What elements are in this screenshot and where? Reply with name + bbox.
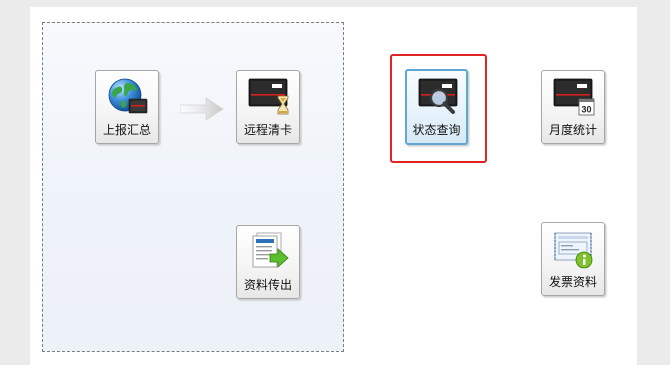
data-transfer-out-label: 资料传出	[243, 278, 292, 292]
remote-clear-card-button[interactable]: 远程清卡	[236, 70, 300, 144]
monitor-magnifier-icon	[418, 77, 460, 117]
monthly-statistics-label: 月度统计	[548, 123, 597, 137]
status-query-label: 状态查询	[412, 123, 461, 137]
monitor-hourglass-icon	[248, 77, 290, 117]
remote-clear-card-label: 远程清卡	[243, 123, 292, 137]
report-summary-button[interactable]: 上报汇总	[95, 70, 159, 144]
flow-arrow-icon	[179, 96, 224, 122]
status-query-button[interactable]: 状态查询	[405, 69, 468, 145]
document-export-icon	[248, 232, 290, 272]
data-transfer-out-button[interactable]: 资料传出	[236, 225, 300, 299]
monitor-calendar-icon: 30	[553, 77, 595, 117]
globe-monitor-icon	[107, 77, 149, 117]
invoice-data-label: 发票资料	[548, 275, 597, 289]
invoice-info-icon	[553, 229, 595, 269]
invoice-data-button[interactable]: 发票资料	[541, 222, 605, 296]
calendar-day-text: 30	[581, 105, 591, 115]
monthly-statistics-button[interactable]: 30 月度统计	[541, 70, 605, 144]
report-summary-label: 上报汇总	[102, 123, 151, 137]
